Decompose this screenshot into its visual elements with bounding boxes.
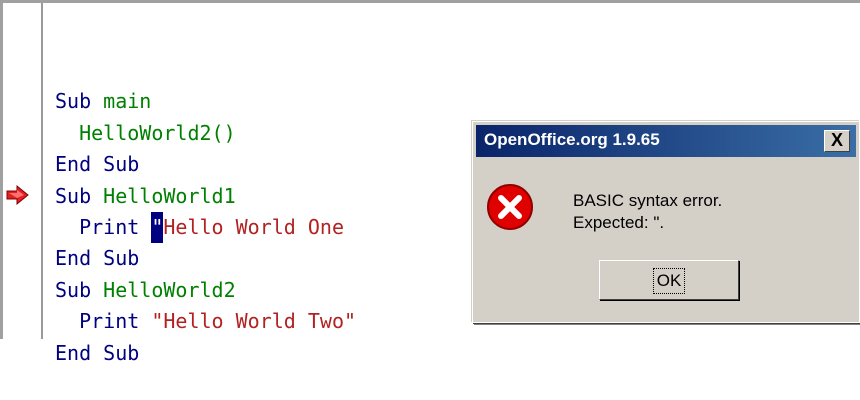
cursor-char: " (151, 215, 164, 240)
error-message-line: BASIC syntax error. (573, 191, 723, 210)
code-line: End Sub (55, 152, 140, 177)
code-line: End Sub (55, 340, 140, 365)
ok-button[interactable]: OK (599, 260, 739, 300)
code-line: HelloWorld2() (79, 120, 236, 145)
code-line: End Sub (55, 246, 140, 271)
code-line: Sub main (55, 89, 152, 114)
error-message: BASIC syntax error. Expected: ". (573, 190, 722, 234)
code-editor[interactable]: Sub main HelloWorld2() End Sub Sub HelloWo… (55, 55, 356, 400)
code-line-error: Print "Hello World One (55, 212, 356, 244)
code-line: Sub HelloWorld1 (55, 183, 236, 208)
dialog-titlebar[interactable]: OpenOffice.org 1.9.65 X (476, 125, 856, 157)
error-x-icon (487, 184, 533, 230)
dialog-title: OpenOffice.org 1.9.65 (484, 130, 660, 149)
error-message-line: Expected: ". (573, 213, 665, 232)
error-dialog: OpenOffice.org 1.9.65 X BASIC syntax err… (472, 121, 860, 323)
close-button[interactable]: X (824, 130, 850, 152)
text-cursor: " (151, 212, 164, 244)
ok-button-label: OK (652, 268, 686, 294)
code-line: Sub HelloWorld2 (55, 277, 236, 302)
code-line: Print "Hello World Two" (79, 309, 357, 334)
editor-gutter[interactable] (3, 3, 43, 339)
current-line-arrow-icon (6, 184, 29, 206)
